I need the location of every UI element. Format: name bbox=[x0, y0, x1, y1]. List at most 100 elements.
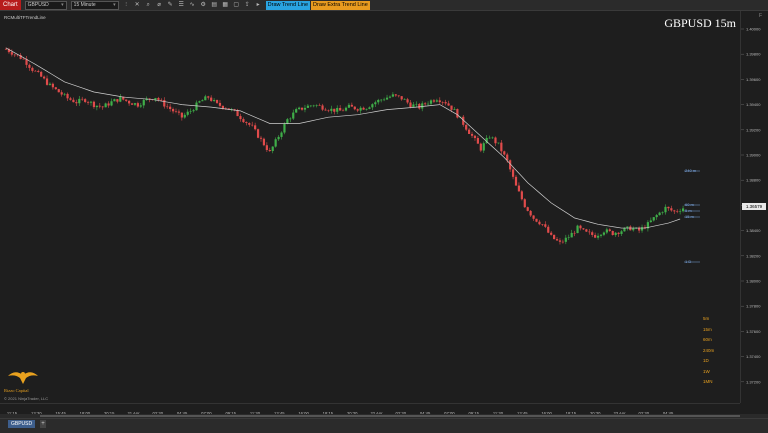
chart-window-tab[interactable]: Chart bbox=[0, 0, 21, 10]
f-icon[interactable]: F bbox=[759, 13, 762, 19]
candle-body bbox=[441, 102, 444, 103]
candle-body bbox=[89, 101, 93, 103]
candle-body bbox=[394, 94, 397, 96]
candle-body bbox=[596, 235, 600, 238]
copyright-text: © 2021 NinjaTrader, LLC bbox=[4, 396, 49, 401]
candle-body bbox=[567, 237, 570, 239]
template-icon[interactable]: ▤ bbox=[211, 2, 218, 9]
candle-body bbox=[192, 110, 195, 112]
candle-body bbox=[435, 100, 438, 102]
screenshot-icon[interactable]: ▢ bbox=[233, 2, 240, 9]
candle-body bbox=[500, 142, 503, 152]
candle-body bbox=[397, 95, 400, 97]
crosshair-icon[interactable]: ✕ bbox=[134, 2, 141, 9]
candle-body bbox=[564, 237, 567, 242]
candle-body bbox=[391, 94, 394, 97]
tf-240m: 240m bbox=[703, 347, 715, 353]
candle-body bbox=[210, 97, 213, 101]
candle-body bbox=[98, 105, 101, 107]
candle-body bbox=[271, 146, 274, 152]
tab-gbpusd[interactable]: GBPUSD bbox=[8, 420, 36, 428]
candle-body bbox=[63, 93, 66, 95]
add-tab-icon[interactable]: + bbox=[40, 420, 46, 428]
draw-icon[interactable]: ✎ bbox=[167, 2, 174, 9]
interval-selector[interactable]: 15 Minute ▾ bbox=[70, 0, 119, 10]
properties-icon[interactable]: ☰ bbox=[178, 2, 185, 9]
candle-body bbox=[195, 102, 198, 111]
candle-body bbox=[362, 107, 365, 110]
candle-body bbox=[573, 232, 576, 234]
candle-body bbox=[186, 111, 189, 115]
candle-body bbox=[101, 106, 104, 108]
candle-body bbox=[318, 105, 321, 106]
candle-body bbox=[166, 106, 169, 108]
candle-body bbox=[174, 111, 178, 112]
candle-body bbox=[412, 104, 415, 108]
candle-body bbox=[169, 106, 172, 110]
share-icon[interactable]: ⇪ bbox=[244, 2, 251, 9]
candle-body bbox=[341, 110, 345, 112]
candle-body bbox=[280, 132, 283, 137]
candle-body bbox=[585, 229, 588, 232]
candle-body bbox=[160, 99, 163, 101]
scrollbar-thumb[interactable] bbox=[40, 415, 740, 417]
candle-body bbox=[57, 89, 60, 93]
candle-body bbox=[570, 232, 573, 238]
candle-body bbox=[432, 100, 436, 102]
candle-body bbox=[251, 124, 254, 126]
candle-body bbox=[385, 97, 389, 100]
candle-body bbox=[470, 133, 474, 136]
bar-type-icon[interactable]: ⫶ bbox=[123, 2, 130, 9]
candle-body bbox=[157, 98, 160, 100]
y-tick-label: 1.40000 bbox=[746, 27, 761, 32]
candle-body bbox=[550, 232, 553, 235]
candle-body bbox=[183, 114, 186, 118]
data-box-icon[interactable]: ▦ bbox=[222, 2, 229, 9]
candle-body bbox=[4, 49, 8, 50]
indicator-icon[interactable]: ∿ bbox=[189, 2, 196, 9]
y-tick-label: 1.37200 bbox=[746, 379, 761, 384]
candle-body bbox=[292, 112, 295, 119]
candle-body bbox=[383, 99, 386, 101]
candle-body bbox=[679, 211, 682, 212]
candle-body bbox=[380, 99, 383, 101]
instrument-selector[interactable]: GBPUSD ▾ bbox=[24, 0, 67, 10]
candle-body bbox=[256, 129, 260, 138]
candle-body bbox=[576, 225, 579, 234]
draw-trend-line-button[interactable]: Draw Trend Line bbox=[265, 0, 311, 10]
bottom-tab-bar bbox=[0, 418, 768, 433]
zoom-icon[interactable]: ⌕ bbox=[145, 2, 152, 9]
candle-body bbox=[274, 139, 277, 147]
candle-body bbox=[494, 137, 497, 144]
candle-body bbox=[95, 105, 98, 108]
candle-body bbox=[415, 103, 418, 105]
time-axis[interactable]: 11:1513:3015:4518:0020:1521 Apr02:3004:4… bbox=[0, 403, 740, 416]
candle-body bbox=[107, 103, 110, 106]
candle-body bbox=[350, 104, 353, 107]
magnet-icon[interactable]: ⌀ bbox=[156, 2, 163, 9]
candle-body bbox=[339, 107, 342, 111]
candle-body bbox=[424, 103, 427, 105]
y-tick-label: 1.39800 bbox=[746, 52, 761, 57]
candle-body bbox=[529, 210, 532, 216]
candle-body bbox=[594, 234, 597, 238]
chart-plot-area[interactable] bbox=[0, 11, 740, 403]
more-icon[interactable]: ▸ bbox=[255, 2, 262, 9]
candle-body bbox=[582, 228, 585, 230]
candle-body bbox=[177, 111, 181, 113]
candle-body bbox=[374, 102, 377, 105]
strategy-icon[interactable]: ⚙ bbox=[200, 2, 207, 9]
candle-body bbox=[553, 234, 556, 240]
candle-body bbox=[652, 217, 655, 221]
candle-body bbox=[403, 99, 406, 100]
draw-extra-trend-line-button[interactable]: Draw Extra Trend Line bbox=[311, 0, 370, 10]
candle-body bbox=[670, 208, 673, 211]
candle-body bbox=[69, 98, 72, 100]
candle-body bbox=[204, 96, 207, 101]
candle-body bbox=[617, 232, 620, 234]
candle-body bbox=[438, 100, 441, 103]
candle-body bbox=[31, 67, 34, 71]
candle-body bbox=[300, 107, 304, 110]
candle-body bbox=[520, 191, 523, 200]
candle-body bbox=[136, 103, 139, 107]
